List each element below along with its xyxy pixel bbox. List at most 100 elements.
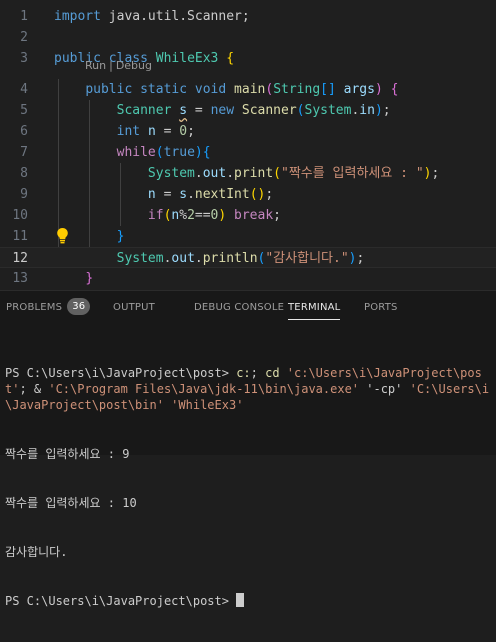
line-number: 3	[20, 51, 28, 66]
code-text: System.out.println("감사합니다.");	[54, 248, 365, 269]
tab-debug-console[interactable]: DEBUG CONSOLE	[194, 291, 284, 325]
code-text: public static void main(String[] args) {	[54, 79, 398, 100]
code-line[interactable]: 13 }	[0, 268, 496, 289]
code-token: (	[296, 103, 305, 118]
tab-terminal[interactable]: TERMINAL	[288, 291, 341, 325]
terminal-output-line: 짝수를 입력하세요 : 9	[5, 447, 130, 462]
code-token: 2	[187, 208, 195, 223]
line-number: 9	[20, 187, 28, 202]
code-token: (	[155, 145, 164, 160]
codelens-debug-link[interactable]: Debug	[116, 59, 152, 72]
code-line[interactable]: 2	[0, 27, 496, 48]
code-line[interactable]: 5 Scanner s = new Scanner(System.in);	[0, 100, 496, 121]
code-token: while	[116, 145, 156, 160]
code-token: Scanner	[241, 103, 297, 118]
code-token: s	[179, 103, 188, 118]
code-token: ;	[356, 251, 365, 266]
code-line[interactable]: 8 System.out.print("짝수를 입력하세요 : ");	[0, 163, 496, 184]
terminal-output[interactable]: PS C:\Users\i\JavaProject\post> c:; cd '…	[5, 332, 495, 642]
line-number: 10	[12, 208, 28, 223]
code-line[interactable]: 4 public static void main(String[] args)…	[0, 79, 496, 100]
code-token: import	[54, 9, 101, 24]
code-line[interactable]: 3 public class WhileEx3 {	[0, 48, 496, 69]
code-token: WhileEx3	[155, 51, 219, 66]
code-token: System	[116, 251, 164, 266]
line-number: 7	[20, 145, 28, 160]
code-token: nextInt	[194, 187, 250, 202]
code-token: =	[187, 103, 211, 118]
code-token: =	[155, 124, 180, 139]
code-token: {	[390, 82, 399, 97]
code-line[interactable]: 6 int n = 0;	[0, 121, 496, 142]
code-token: ;	[382, 103, 391, 118]
lightbulb-icon[interactable]	[56, 227, 69, 244]
code-token: .	[194, 166, 203, 181]
code-token: ;	[265, 187, 274, 202]
terminal-command-line: PS C:\Users\i\JavaProject\post> c:; cd '…	[5, 365, 495, 414]
codelens-run-link[interactable]: Run	[85, 59, 106, 72]
tab-label: PORTS	[364, 302, 398, 313]
tab-problems[interactable]: PROBLEMS 36	[6, 291, 91, 325]
code-token: int	[116, 124, 141, 139]
code-text: int n = 0;	[54, 121, 195, 142]
problems-count-badge: 36	[67, 297, 91, 315]
terminal-prompt: PS C:\Users\i\JavaProject\post>	[5, 593, 237, 608]
code-token: )	[194, 145, 203, 160]
code-editor[interactable]: 1 import java.util.Scanner; 2 3 public class…	[0, 0, 496, 290]
code-token: }	[85, 271, 94, 286]
code-line[interactable]: 11 }	[0, 226, 496, 247]
code-line[interactable]: 10 if(n%2==0) break;	[0, 205, 496, 226]
code-token: s	[179, 187, 188, 202]
terminal-separator: ;	[250, 365, 266, 380]
code-token: println	[202, 251, 258, 266]
code-line[interactable]: 12 System.out.println("감사합니다.");	[0, 247, 496, 268]
code-token: main	[234, 82, 266, 97]
code-token: print	[234, 166, 274, 181]
code-line[interactable]: 1 import java.util.Scanner;	[0, 6, 496, 27]
code-line[interactable]: 9 n = s.nextInt();	[0, 184, 496, 205]
line-number: 2	[20, 30, 28, 45]
code-token: (	[273, 166, 281, 181]
code-token: n	[147, 124, 156, 139]
terminal-java-path: 'C:\Program Files\Java\jdk-11\bin\java.e…	[48, 381, 360, 396]
line-number: 8	[20, 166, 28, 181]
tab-ports[interactable]: PORTS	[364, 291, 398, 325]
code-token: ;	[431, 166, 440, 181]
code-token: java.util.Scanner;	[100, 9, 250, 24]
tab-label: TERMINAL	[288, 302, 341, 313]
code-token: ==	[194, 208, 211, 223]
tab-output[interactable]: OUTPUT	[113, 291, 155, 325]
code-token: }	[116, 229, 125, 244]
code-token: out	[202, 166, 227, 181]
code-token: "감사합니다."	[265, 251, 349, 266]
code-line[interactable]: 7 while(true){	[0, 142, 496, 163]
code-token: )	[374, 82, 383, 97]
line-number: 1	[20, 9, 28, 24]
code-token: break	[234, 208, 274, 223]
terminal-command: c:	[236, 365, 251, 380]
code-token: System	[304, 103, 352, 118]
code-token: []	[320, 82, 336, 97]
code-token: out	[171, 251, 195, 266]
code-token: .	[194, 251, 203, 266]
bottom-panel: PROBLEMS 36 OUTPUT DEBUG CONSOLE TERMINAL POR…	[0, 290, 496, 608]
codelens-separator: |	[109, 59, 113, 72]
code-text: n = s.nextInt();	[54, 184, 273, 205]
code-token: %	[179, 208, 188, 223]
terminal-prompt: PS C:\Users\i\JavaProject\post>	[5, 365, 237, 380]
code-text: while(true){	[54, 142, 211, 163]
code-token: {	[226, 51, 235, 66]
line-number: 13	[12, 271, 28, 286]
